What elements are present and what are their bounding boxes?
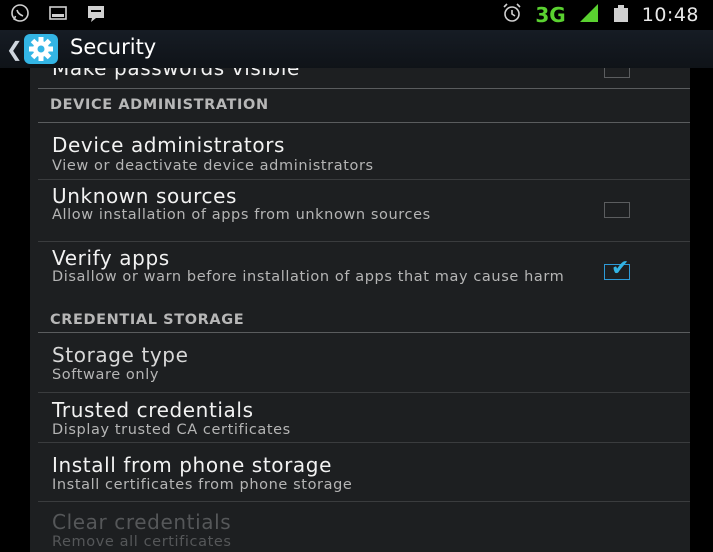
item-summary: Install certificates from phone storage — [52, 477, 353, 493]
section-header-credential-storage: CREDENTIAL STORAGE — [50, 312, 245, 328]
page-title: Security — [70, 35, 157, 59]
alarm-icon — [501, 2, 523, 28]
list-item-storage-type[interactable]: Storage type Software only — [30, 333, 690, 393]
screenshot-icon — [48, 3, 68, 23]
list-item-make-passwords-visible[interactable]: Make passwords visible — [30, 68, 690, 88]
settings-list[interactable]: Make passwords visible DEVICE ADMINISTRA… — [30, 68, 690, 552]
item-title: Storage type — [52, 343, 189, 367]
clock: 10:48 — [641, 4, 699, 26]
signal-icon — [578, 2, 600, 28]
unknown-sources-checkbox[interactable] — [604, 202, 630, 218]
list-item-verify-apps[interactable]: Verify apps Disallow or warn before inst… — [30, 242, 690, 302]
list-item-install-from-phone-storage[interactable]: Install from phone storage Install certi… — [30, 443, 690, 503]
list-item-unknown-sources[interactable]: Unknown sources Allow installation of ap… — [30, 180, 690, 240]
checkmark-icon: ✔ — [611, 256, 630, 281]
section-header-device-administration: DEVICE ADMINISTRATION — [50, 97, 269, 113]
action-bar: ❮ Security — [0, 30, 713, 68]
item-summary: View or deactivate device administrators — [52, 158, 374, 174]
network-type: 3G — [535, 3, 566, 27]
status-bar: 3G 10:48 — [0, 0, 713, 30]
item-summary: Disallow or warn before installation of … — [52, 269, 565, 285]
whatsapp-icon — [10, 3, 30, 23]
message-icon — [86, 3, 106, 23]
list-item-device-administrators[interactable]: Device administrators View or deactivate… — [30, 123, 690, 183]
item-title: Make passwords visible — [52, 68, 300, 80]
item-summary: Remove all certificates — [52, 534, 232, 550]
verify-apps-checkbox[interactable]: ✔ — [604, 256, 630, 281]
back-chevron-icon[interactable]: ❮ — [6, 37, 23, 61]
item-summary: Display trusted CA certificates — [52, 422, 291, 438]
make-passwords-visible-checkbox[interactable] — [604, 68, 630, 78]
item-summary: Allow installation of apps from unknown … — [52, 207, 431, 223]
divider — [38, 88, 690, 89]
item-title: Device administrators — [52, 133, 286, 157]
item-title: Install from phone storage — [52, 453, 332, 477]
item-title: Verify apps — [52, 246, 170, 270]
gear-icon[interactable] — [24, 34, 58, 64]
battery-icon — [612, 2, 630, 28]
item-title: Clear credentials — [52, 510, 232, 534]
item-title: Trusted credentials — [52, 398, 254, 422]
list-item-clear-credentials: Clear credentials Remove all certificate… — [30, 502, 690, 552]
item-summary: Software only — [52, 367, 159, 383]
item-title: Unknown sources — [52, 184, 238, 208]
